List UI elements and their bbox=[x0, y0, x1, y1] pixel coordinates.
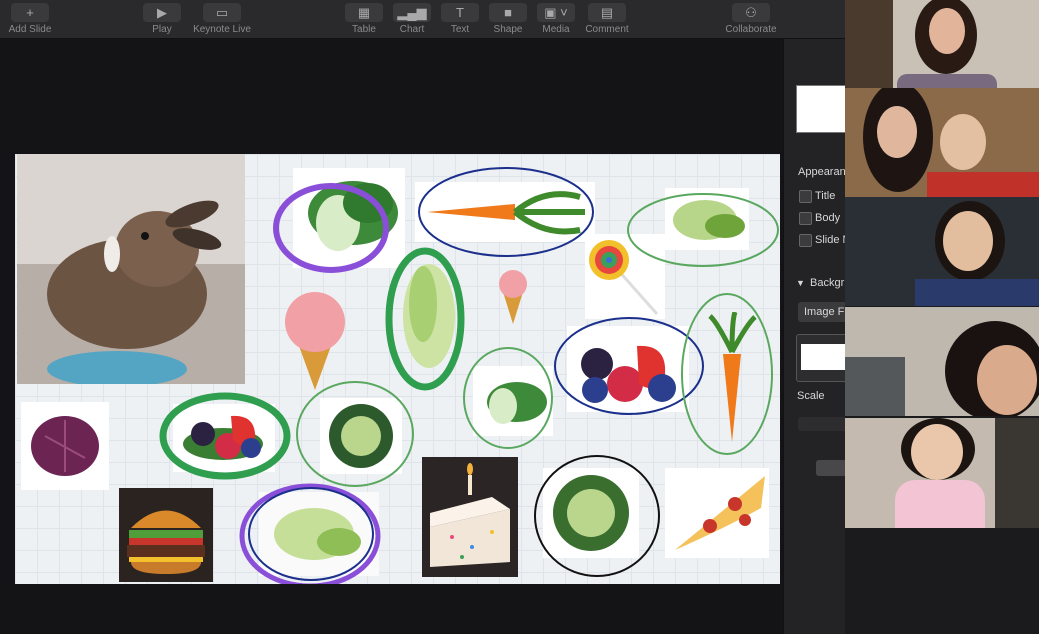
participant-tile-5[interactable] bbox=[845, 418, 1039, 528]
purple-lettuce-annotation bbox=[239, 483, 381, 584]
comment-button[interactable]: ▤ Comment bbox=[579, 0, 635, 35]
participant-shoulders bbox=[897, 74, 997, 88]
image-well[interactable] bbox=[796, 334, 846, 382]
slide-number-label: Slide N bbox=[815, 234, 846, 246]
kitchen-background bbox=[845, 357, 905, 416]
media-button[interactable]: ▣ ˅ Media bbox=[528, 0, 584, 35]
background-heading: Backgr bbox=[810, 277, 845, 289]
title-label: Title bbox=[815, 190, 836, 202]
video-call-panel bbox=[845, 0, 1039, 634]
collaborate-button[interactable]: ⚇ Collaborate bbox=[722, 0, 780, 35]
participant-tile-3[interactable] bbox=[845, 197, 1039, 306]
choose-button[interactable] bbox=[816, 460, 846, 476]
format-inspector: Appearan Title Body Slide N ▼ Backgr Ima… bbox=[783, 39, 846, 634]
slide-number-checkbox[interactable] bbox=[799, 234, 812, 247]
text-icon: T bbox=[441, 3, 479, 22]
blue-berries-annotation bbox=[554, 317, 704, 415]
body-label: Body bbox=[815, 212, 841, 224]
blue-annotation-circle bbox=[418, 167, 594, 257]
appearance-heading: Appearan bbox=[798, 166, 846, 178]
blue-lettuce-annotation bbox=[248, 487, 374, 581]
collaborate-icon: ⚇ bbox=[732, 3, 770, 22]
shape-icon: ■ bbox=[489, 3, 527, 22]
add-slide-button[interactable]: + Add Slide bbox=[2, 0, 58, 35]
play-button[interactable]: ▶ Play bbox=[134, 0, 190, 35]
participant-tile-2[interactable] bbox=[845, 88, 1039, 197]
participant-face bbox=[929, 8, 965, 54]
participant-face bbox=[877, 106, 917, 158]
image-fill-label: Image F bbox=[804, 306, 845, 318]
light-green-cabbage-annotation bbox=[296, 381, 414, 487]
comment-icon: ▤ bbox=[588, 3, 626, 22]
child-face bbox=[940, 114, 986, 170]
scale-select[interactable] bbox=[798, 417, 846, 431]
green-annotation-circle bbox=[385, 247, 465, 391]
child-shirt bbox=[927, 172, 1039, 197]
doorway-background bbox=[995, 418, 1039, 528]
title-checkbox[interactable] bbox=[799, 190, 812, 203]
participant-shirt bbox=[895, 480, 985, 528]
collapse-arrow-icon[interactable]: ▼ bbox=[796, 278, 805, 288]
purple-annotation-circle bbox=[273, 183, 389, 273]
keynote-live-icon: ▭ bbox=[203, 3, 241, 22]
keynote-live-button[interactable]: ▭ Keynote Live bbox=[192, 0, 252, 35]
image-fill-select[interactable]: Image F bbox=[798, 302, 846, 322]
keynote-toolbar: + Add Slide ▶ Play ▭ Keynote Live ▦ Table ▂▄… bbox=[0, 0, 845, 39]
image-preview bbox=[801, 344, 845, 370]
play-icon: ▶ bbox=[143, 3, 181, 22]
table-icon: ▦ bbox=[345, 3, 383, 22]
light-green-annotation-circle bbox=[627, 193, 779, 267]
chart-icon: ▂▄▆ bbox=[393, 3, 431, 22]
bookshelf-background bbox=[845, 0, 893, 88]
participant-shirt bbox=[915, 279, 1039, 306]
layout-thumbnail[interactable] bbox=[796, 85, 846, 133]
scale-label: Scale bbox=[797, 390, 825, 402]
black-cabbage-annotation bbox=[534, 455, 660, 577]
media-icon: ▣ ˅ bbox=[537, 3, 575, 22]
green-berries-annotation bbox=[159, 392, 291, 480]
participant-face bbox=[911, 424, 963, 480]
annotation-layer bbox=[159, 167, 779, 584]
slide[interactable] bbox=[15, 154, 780, 584]
participant-face bbox=[943, 211, 993, 271]
light-green-carrot-annotation bbox=[681, 293, 773, 455]
light-green-bokchoy-annotation bbox=[463, 347, 553, 449]
body-checkbox[interactable] bbox=[799, 212, 812, 225]
plus-icon: + bbox=[11, 3, 49, 22]
participant-tile-4[interactable] bbox=[845, 307, 1039, 416]
participant-face bbox=[977, 345, 1037, 415]
